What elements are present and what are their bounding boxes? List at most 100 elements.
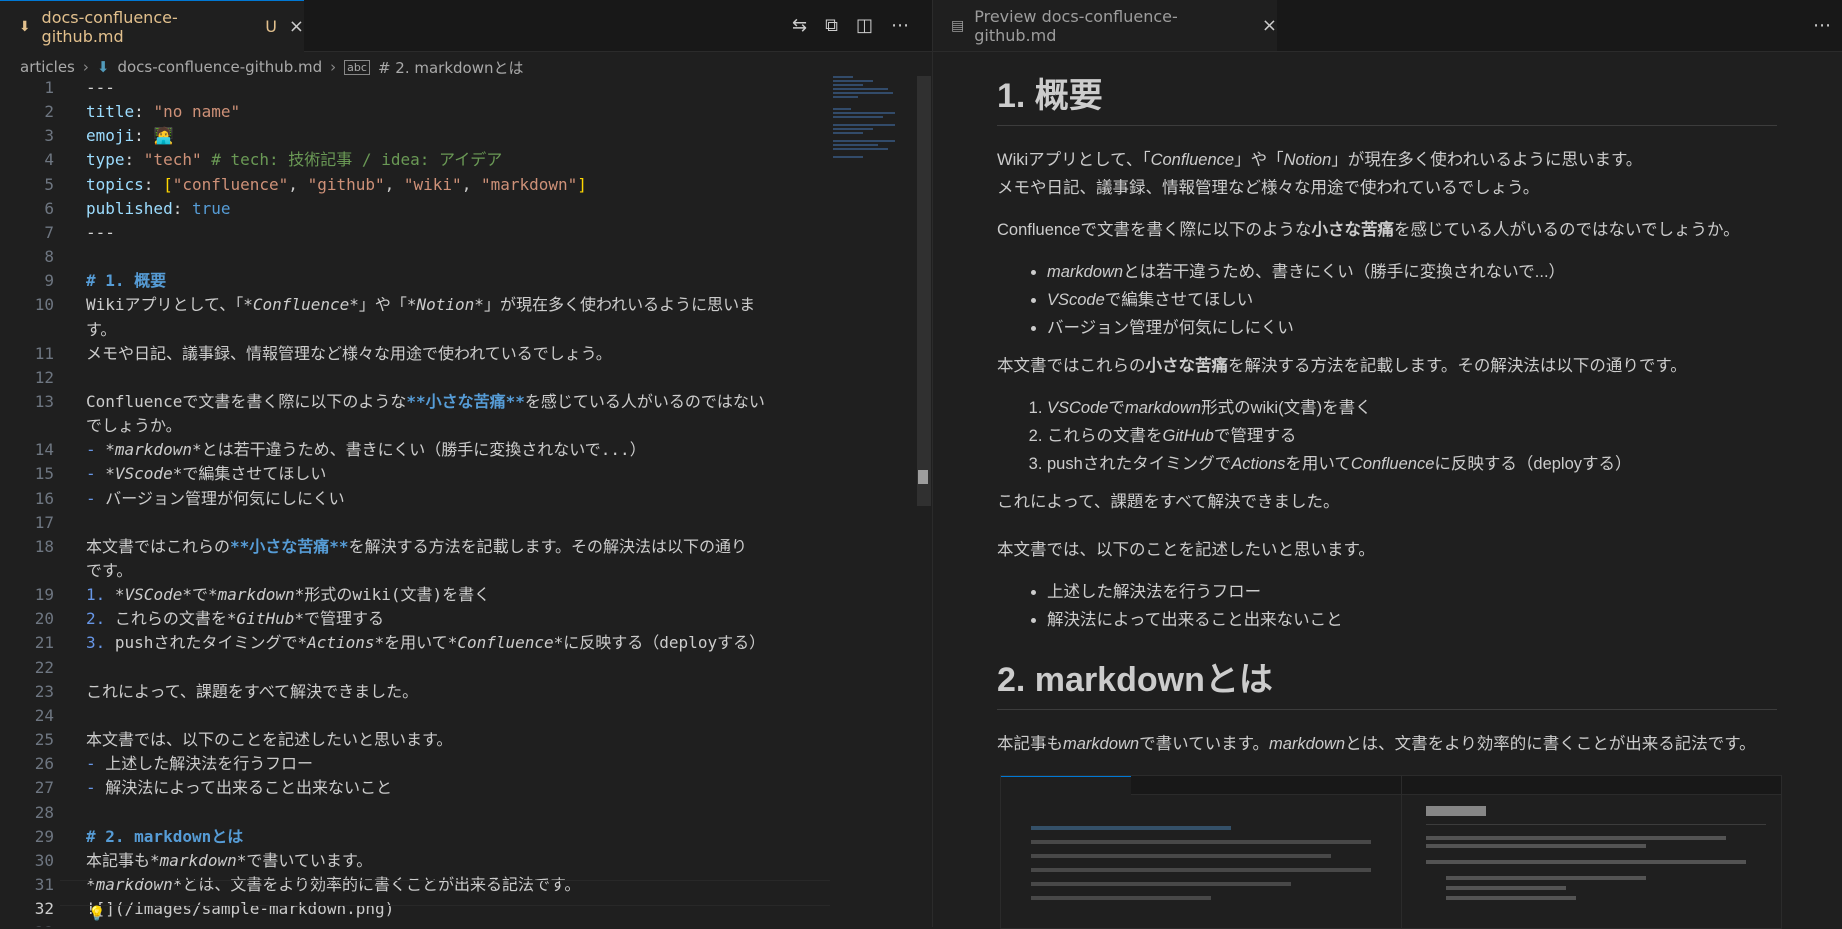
line-text: ---: [86, 78, 115, 97]
close-icon[interactable]: ×: [289, 16, 304, 37]
line-text: # 2. markdownとは: [86, 826, 244, 846]
line-text: 3. pushされたタイミングで*Actions*を用いて*Confluence…: [86, 633, 766, 653]
tab-filename: docs-confluence-github.md: [41, 7, 178, 46]
line-text: # 1. 概要: [86, 271, 167, 291]
preview-tabbar: ▤ Preview docs-confluence-github.md × ⋯: [933, 0, 1842, 52]
line-text: 1. *VSCode*で*markdown*形式のwiki(文書)を書く: [86, 585, 491, 605]
line-text: title: "no name": [86, 102, 241, 122]
line-text: type: "tech" # tech: 技術記事 / idea: アイデア: [86, 150, 503, 170]
line-number: 18: [34, 536, 54, 556]
line-number: 5: [44, 174, 54, 194]
line-text: published: true: [86, 198, 231, 218]
line-text: - バージョン管理が何気にしにくい: [86, 488, 345, 508]
line-text: です。: [86, 561, 133, 580]
editor-pane: ⬇ docs-confluence-github.md U × ⇆ ⧉ ◫ ⋯ …: [0, 0, 933, 927]
close-icon[interactable]: ×: [1262, 15, 1277, 36]
line-number: 7: [44, 222, 54, 242]
preview-icon: ▤: [951, 17, 965, 34]
line-text: 本記事も*markdown*で書いています。: [86, 850, 373, 870]
editor-tabbar: ⬇ docs-confluence-github.md U × ⇆ ⧉ ◫ ⋯: [0, 0, 932, 52]
paragraph-6: 本記事もmarkdownで書いています。markdownとは、文書をより効率的に…: [997, 735, 1756, 753]
line-number: 4: [44, 150, 54, 170]
line-number: 22: [34, 657, 54, 677]
line-text: - *markdown*とは若干違うため、書きにくい（勝手に変換されないで...…: [86, 440, 646, 460]
breadcrumb-file[interactable]: docs-confluence-github.md: [117, 58, 322, 76]
line-number: 15: [34, 464, 54, 484]
line-number: 29: [34, 826, 54, 846]
line-text: でしょうか。: [86, 416, 182, 436]
line-number: 8: [44, 247, 54, 267]
line-text: これによって、課題をすべて解決できました。: [86, 681, 419, 701]
heading-1: 1. 概要: [997, 68, 1777, 126]
line-number: 28: [34, 802, 54, 822]
line-number: 1: [44, 78, 54, 97]
paragraph-1: Wikiアプリとして、「Confluence」や「Notion」が現在多く使われ…: [997, 151, 1643, 197]
line-number: 25: [34, 730, 54, 750]
line-number: 13: [34, 391, 54, 411]
list-item: これらの文書をGitHubで管理する: [1047, 422, 1777, 450]
chevron-right-icon: ›: [330, 58, 337, 76]
tab-editor-file[interactable]: ⬇ docs-confluence-github.md U ×: [0, 0, 304, 52]
tab-preview[interactable]: ▤ Preview docs-confluence-github.md ×: [933, 0, 1277, 51]
line-text: emoji: 🧑‍💻: [86, 126, 174, 146]
breadcrumb-symbol[interactable]: # 2. markdownとは: [378, 57, 524, 78]
open-preview-icon[interactable]: ⧉: [825, 15, 838, 36]
vertical-scrollbar[interactable]: [917, 76, 931, 506]
minimap[interactable]: [833, 76, 903, 166]
split-editor-icon[interactable]: ◫: [856, 15, 873, 36]
chevron-right-icon: ›: [82, 58, 89, 76]
line-number: 23: [34, 681, 54, 701]
markdown-file-icon: ⬇: [18, 18, 31, 35]
line-text: Wikiアプリとして、「*Confluence*」や「*Notion*」が現在多…: [86, 295, 756, 315]
line-text: topics: ["confluence", "github", "wiki",…: [86, 174, 587, 194]
lightbulb-icon[interactable]: 💡: [88, 906, 105, 922]
line-text: - *VScode*で編集させてほしい: [86, 464, 327, 484]
list-item: VScodeで編集させてほしい: [1047, 286, 1777, 314]
line-text: 本文書ではこれらの**小さな苦痛**を解決する方法を記載します。その解決法は以下…: [86, 536, 747, 556]
paragraph-5: 本文書では、以下のことを記述したいと思います。: [997, 541, 1375, 559]
line-number: 31: [34, 874, 54, 894]
open-changes-icon[interactable]: ⇆: [792, 15, 807, 36]
line-number: 17: [34, 512, 54, 532]
line-number: 32: [34, 899, 54, 919]
breadcrumb-folder[interactable]: articles: [20, 58, 75, 76]
line-number: 12: [34, 367, 54, 387]
more-actions-icon[interactable]: ⋯: [891, 15, 909, 36]
ordered-list-1: VSCodeでmarkdown形式のwiki(文書)を書く これらの文書をGit…: [997, 394, 1777, 478]
paragraph-2: Confluenceで文書を書く際に以下のような小さな苦痛を感じている人がいるの…: [997, 221, 1740, 239]
line-number: 6: [44, 198, 54, 218]
line-number: 14: [34, 440, 54, 460]
modified-indicator: U: [265, 17, 277, 36]
scrollbar-thumb[interactable]: [918, 470, 928, 484]
line-text: 2. これらの文書を*GitHub*で管理する: [86, 609, 384, 629]
list-item: 上述した解決法を行うフロー: [1047, 578, 1777, 606]
preview-content: 1. 概要 Wikiアプリとして、「Confluence」や「Notion」が現…: [997, 68, 1777, 758]
bullet-list-1: markdownとは若干違うため、書きにくい（勝手に変換されないで...） VS…: [997, 258, 1777, 342]
list-item: 解決法によって出来ること出来ないこと: [1047, 606, 1777, 634]
line-number: 27: [34, 778, 54, 798]
line-text: す。: [86, 319, 117, 339]
line-number: 26: [34, 754, 54, 774]
line-number: 33: [0, 921, 54, 927]
markdown-file-icon: ⬇: [96, 58, 110, 76]
line-text: メモや日記、議事録、情報管理など様々な用途で使われているでしょう。: [86, 343, 612, 363]
list-item: VSCodeでmarkdown形式のwiki(文書)を書く: [1047, 394, 1777, 422]
list-item: markdownとは若干違うため、書きにくい（勝手に変換されないで...）: [1047, 258, 1777, 286]
line-number: 21: [34, 633, 54, 653]
line-number: 11: [34, 343, 54, 363]
paragraph-3: 本文書ではこれらの小さな苦痛を解決する方法を記載します。その解決法は以下の通りで…: [997, 357, 1687, 375]
line-number: 16: [34, 488, 54, 508]
line-number: 30: [34, 850, 54, 870]
line-number: 24: [34, 705, 54, 725]
line-number: 3: [44, 126, 54, 146]
code-editor[interactable]: 1 --- 2 title: "no name" 3 emoji: 🧑‍💻 4 type: "…: [0, 76, 920, 927]
line-text: Confluenceで文書を書く際に以下のような**小さな苦痛**を感じている人…: [86, 391, 765, 411]
tab-preview-title: Preview docs-confluence-github.md: [974, 6, 1178, 45]
list-item: pushされたタイミングでActionsを用いてConfluenceに反映する（…: [1047, 450, 1777, 478]
embedded-screenshot-image: [1000, 775, 1782, 929]
line-number: 19: [34, 585, 54, 605]
more-actions-icon[interactable]: ⋯: [1813, 15, 1831, 36]
editor-actions: ⇆ ⧉ ◫ ⋯: [792, 0, 909, 51]
line-number: 10: [34, 295, 54, 315]
list-item: バージョン管理が何気にしにくい: [1047, 314, 1777, 342]
